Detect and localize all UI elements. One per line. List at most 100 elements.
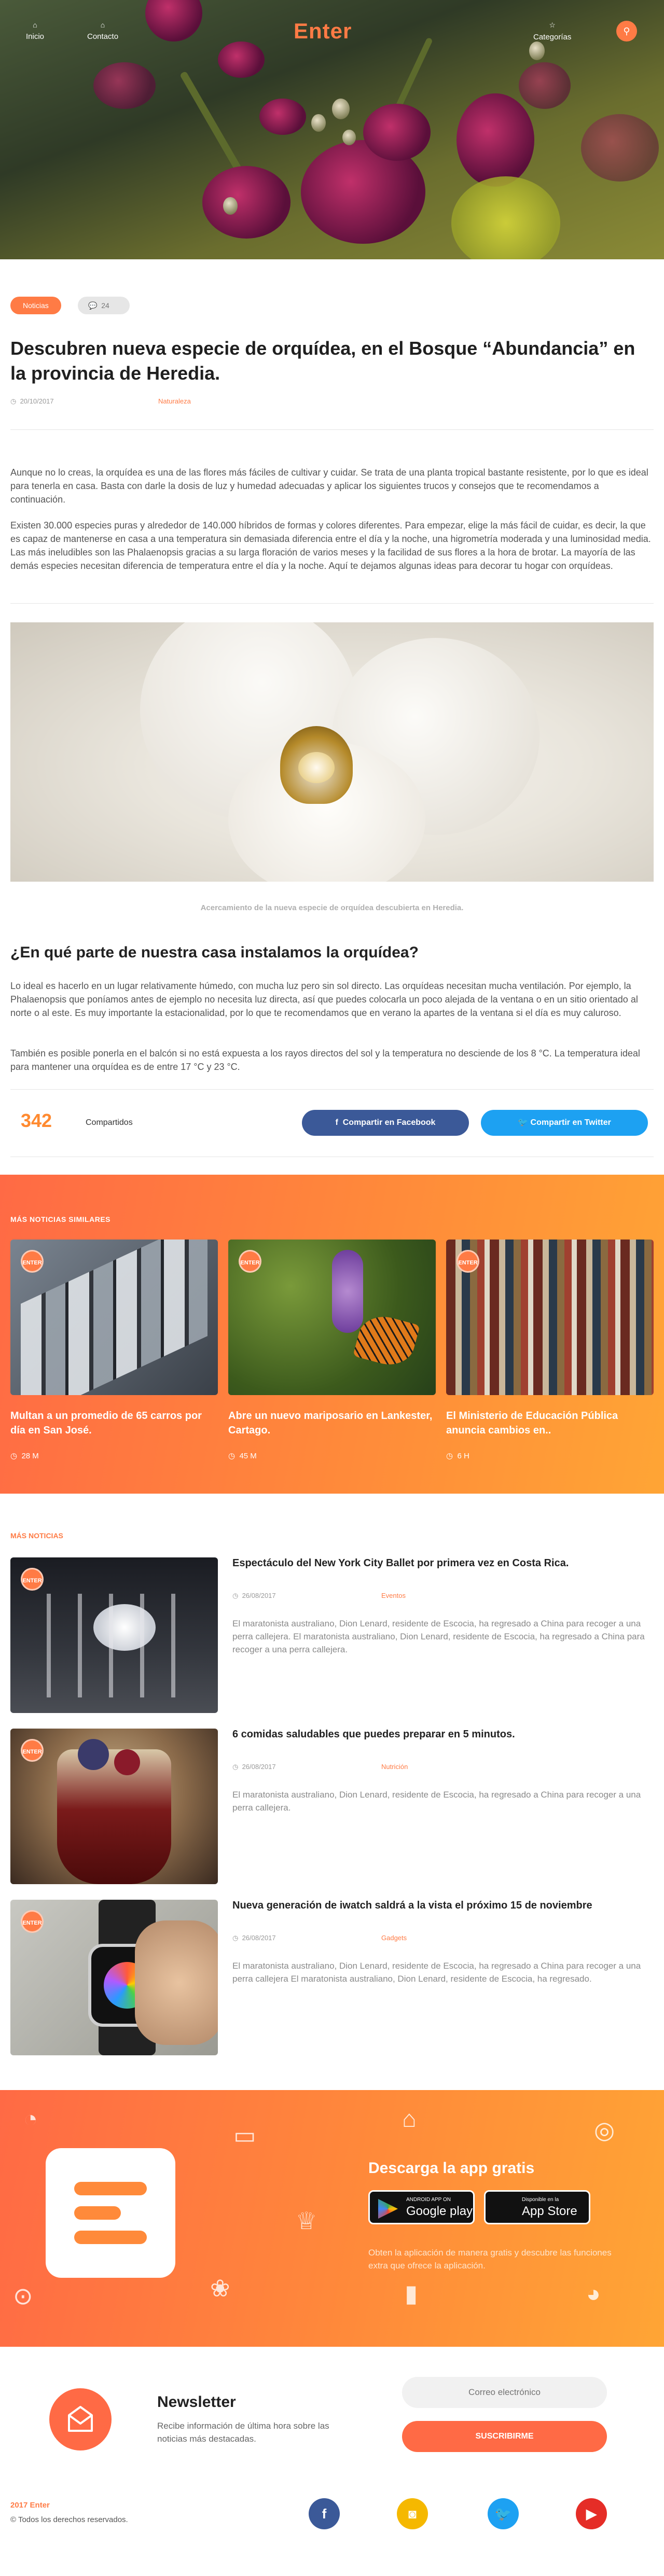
share-twitter-button[interactable]: 🐦 Compartir en Twitter	[481, 1110, 648, 1136]
article-category[interactable]: Naturaleza	[158, 397, 191, 405]
article-paragraph-1: Aunque no lo creas, la orquídea es una d…	[10, 467, 648, 505]
clock-icon: ◷	[232, 1592, 239, 1599]
lotus-icon: ❀	[210, 2275, 230, 2302]
enter-badge: ENTER	[457, 1250, 479, 1273]
google-small-text: ANDROID APP ON	[406, 2197, 451, 2203]
news-category[interactable]: Nutrición	[381, 1763, 408, 1771]
nav-home-label: Inicio	[26, 32, 45, 41]
app-description: Obten la aplicación de manera gratis y d…	[368, 2248, 612, 2271]
related-card[interactable]: ENTER El Ministerio de Educación Pública…	[446, 1240, 654, 1460]
related-card[interactable]: ENTER Multan a un promedio de 65 carros …	[10, 1240, 218, 1460]
nav-contact-label: Contacto	[87, 32, 119, 41]
photo-caption: Acercamiento de la nueva especie de orqu…	[200, 903, 464, 912]
clock-icon: ◷	[10, 1452, 18, 1460]
logo-bar	[74, 2231, 147, 2244]
enter-badge: ENTER	[239, 1250, 261, 1273]
subscribe-button[interactable]: SUSCRIBIRME	[402, 2421, 607, 2452]
app-logo	[46, 2148, 175, 2278]
contact-icon: ⌂	[100, 21, 105, 29]
orchid-photo	[10, 622, 654, 882]
twitter-link[interactable]: 🐦	[488, 2498, 519, 2529]
news-date: ◷ 26/08/2017	[232, 1934, 276, 1942]
cars-photo: ENTER	[10, 1240, 218, 1395]
footer-brand: 2017 Enter	[10, 2501, 50, 2510]
search-icon: ⚲	[623, 26, 630, 36]
article-date: ◷ 20/10/2017	[10, 397, 54, 405]
related-time: ◷ 45 M	[228, 1452, 257, 1460]
twitter-icon: 🐦	[494, 2506, 512, 2522]
article-subtitle: ¿En qué parte de nuestra casa instalamos…	[10, 944, 419, 961]
devices-icon: ▭	[233, 2122, 256, 2149]
app-store-button[interactable]: Disponible en la App Store	[484, 2190, 590, 2224]
news-title: Espectáculo del New York City Ballet por…	[232, 1557, 569, 1569]
facebook-icon: f	[322, 2506, 327, 2522]
enter-badge: ENTER	[21, 1739, 44, 1762]
apple-small-text: Disponible en la	[522, 2197, 559, 2203]
books-photo: ENTER	[446, 1240, 654, 1395]
email-field[interactable]	[402, 2377, 607, 2408]
apple-big-text: App Store	[522, 2204, 577, 2218]
divider	[10, 603, 654, 604]
chart-icon: ▮	[405, 2280, 418, 2307]
related-news-section: MÁS NOTICIAS SIMILARES ENTER Multan a un…	[0, 1175, 664, 1494]
apple-icon	[494, 2199, 514, 2219]
related-label: MÁS NOTICIAS SIMILARES	[10, 1215, 111, 1223]
related-title: El Ministerio de Educación Pública anunc…	[446, 1410, 618, 1436]
star-icon: ☆	[549, 21, 556, 29]
google-big-text: Google play	[406, 2204, 473, 2218]
google-play-icon	[378, 2199, 398, 2219]
related-title: Multan a un promedio de 65 carros por dí…	[10, 1410, 202, 1436]
related-time: ◷ 28 M	[10, 1452, 39, 1460]
footer-rights: © Todos los derechos reservados.	[10, 2515, 128, 2524]
palette-icon: ◕	[586, 2280, 601, 2307]
youtube-link[interactable]: ▶	[576, 2498, 607, 2529]
app-download-section: ◔ ▭ ⌂ ◎ ♕ ❀ ⊙ ▮ ◕ Descarga la app gratis…	[0, 2090, 664, 2347]
related-title: Abre un nuevo mariposario en Lankester, …	[228, 1410, 433, 1436]
more-news-label: MÁS NOTICIAS	[10, 1531, 63, 1540]
share-facebook-button[interactable]: f Compartir en Facebook	[302, 1110, 469, 1136]
related-card[interactable]: ENTER Abre un nuevo mariposario en Lanke…	[228, 1240, 436, 1460]
divider	[10, 429, 654, 430]
facebook-link[interactable]: f	[309, 2498, 340, 2529]
article-paragraph-4: También es posible ponerla en el balcón …	[10, 1048, 640, 1072]
app-title: Descarga la app gratis	[368, 2160, 535, 2177]
search-button[interactable]: ⚲	[616, 21, 637, 41]
clock-icon: ◷	[232, 1763, 239, 1771]
nav-contact[interactable]: ⌂ Contacto	[87, 21, 118, 41]
google-play-button[interactable]: ANDROID APP ON Google play	[368, 2190, 475, 2224]
enter-badge: ENTER	[21, 1250, 44, 1273]
nav-categories-label: Categorías	[533, 33, 572, 41]
instagram-link[interactable]: ◙	[397, 2498, 428, 2529]
comments-count: 24	[101, 301, 109, 310]
news-category[interactable]: Eventos	[381, 1592, 406, 1599]
clock-icon: ◷	[446, 1452, 453, 1460]
news-date: ◷ 26/08/2017	[232, 1763, 276, 1771]
article-title: Descubren nueva especie de orquídea, en …	[10, 338, 635, 384]
divider	[10, 1089, 654, 1090]
nav-categories[interactable]: ☆ Categorías	[533, 21, 571, 41]
bike-icon: ⊙	[13, 2282, 33, 2309]
article-paragraph-3: Lo ideal es hacerlo en un lugar relativa…	[10, 981, 638, 1018]
instagram-icon: ◙	[408, 2506, 417, 2522]
ballet-photo: ENTER	[10, 1557, 218, 1713]
newsletter-icon	[49, 2388, 112, 2450]
news-title: Nueva generación de iwatch saldrá a la v…	[232, 1900, 592, 1911]
clock-icon: ◷	[232, 1934, 239, 1942]
trophy-icon: ♕	[296, 2207, 317, 2234]
top-navigation: ⌂ Inicio ⌂ Contacto Enter ☆ Categorías ⚲	[0, 0, 664, 62]
logo-bar	[74, 2182, 147, 2195]
clock-icon: ◷	[228, 1452, 236, 1460]
home-icon: ⌂	[33, 21, 37, 29]
category-tag[interactable]: Noticias	[10, 297, 61, 314]
article-paragraph-2: Existen 30.000 especies puras y alrededo…	[10, 520, 651, 571]
news-category[interactable]: Gadgets	[381, 1934, 407, 1942]
news-excerpt: El maratonista australiano, Dion Lenard,…	[232, 1619, 645, 1654]
food-photo: ENTER	[10, 1729, 218, 1884]
comments-badge[interactable]: 💬 24	[78, 297, 130, 314]
related-time: ◷ 6 H	[446, 1452, 469, 1460]
twitter-icon: 🐦	[518, 1118, 529, 1127]
brand-logo[interactable]: Enter	[294, 19, 352, 44]
logo-bar	[74, 2206, 121, 2220]
nav-home[interactable]: ⌂ Inicio	[26, 21, 44, 41]
news-title: 6 comidas saludables que puedes preparar…	[232, 1729, 515, 1740]
